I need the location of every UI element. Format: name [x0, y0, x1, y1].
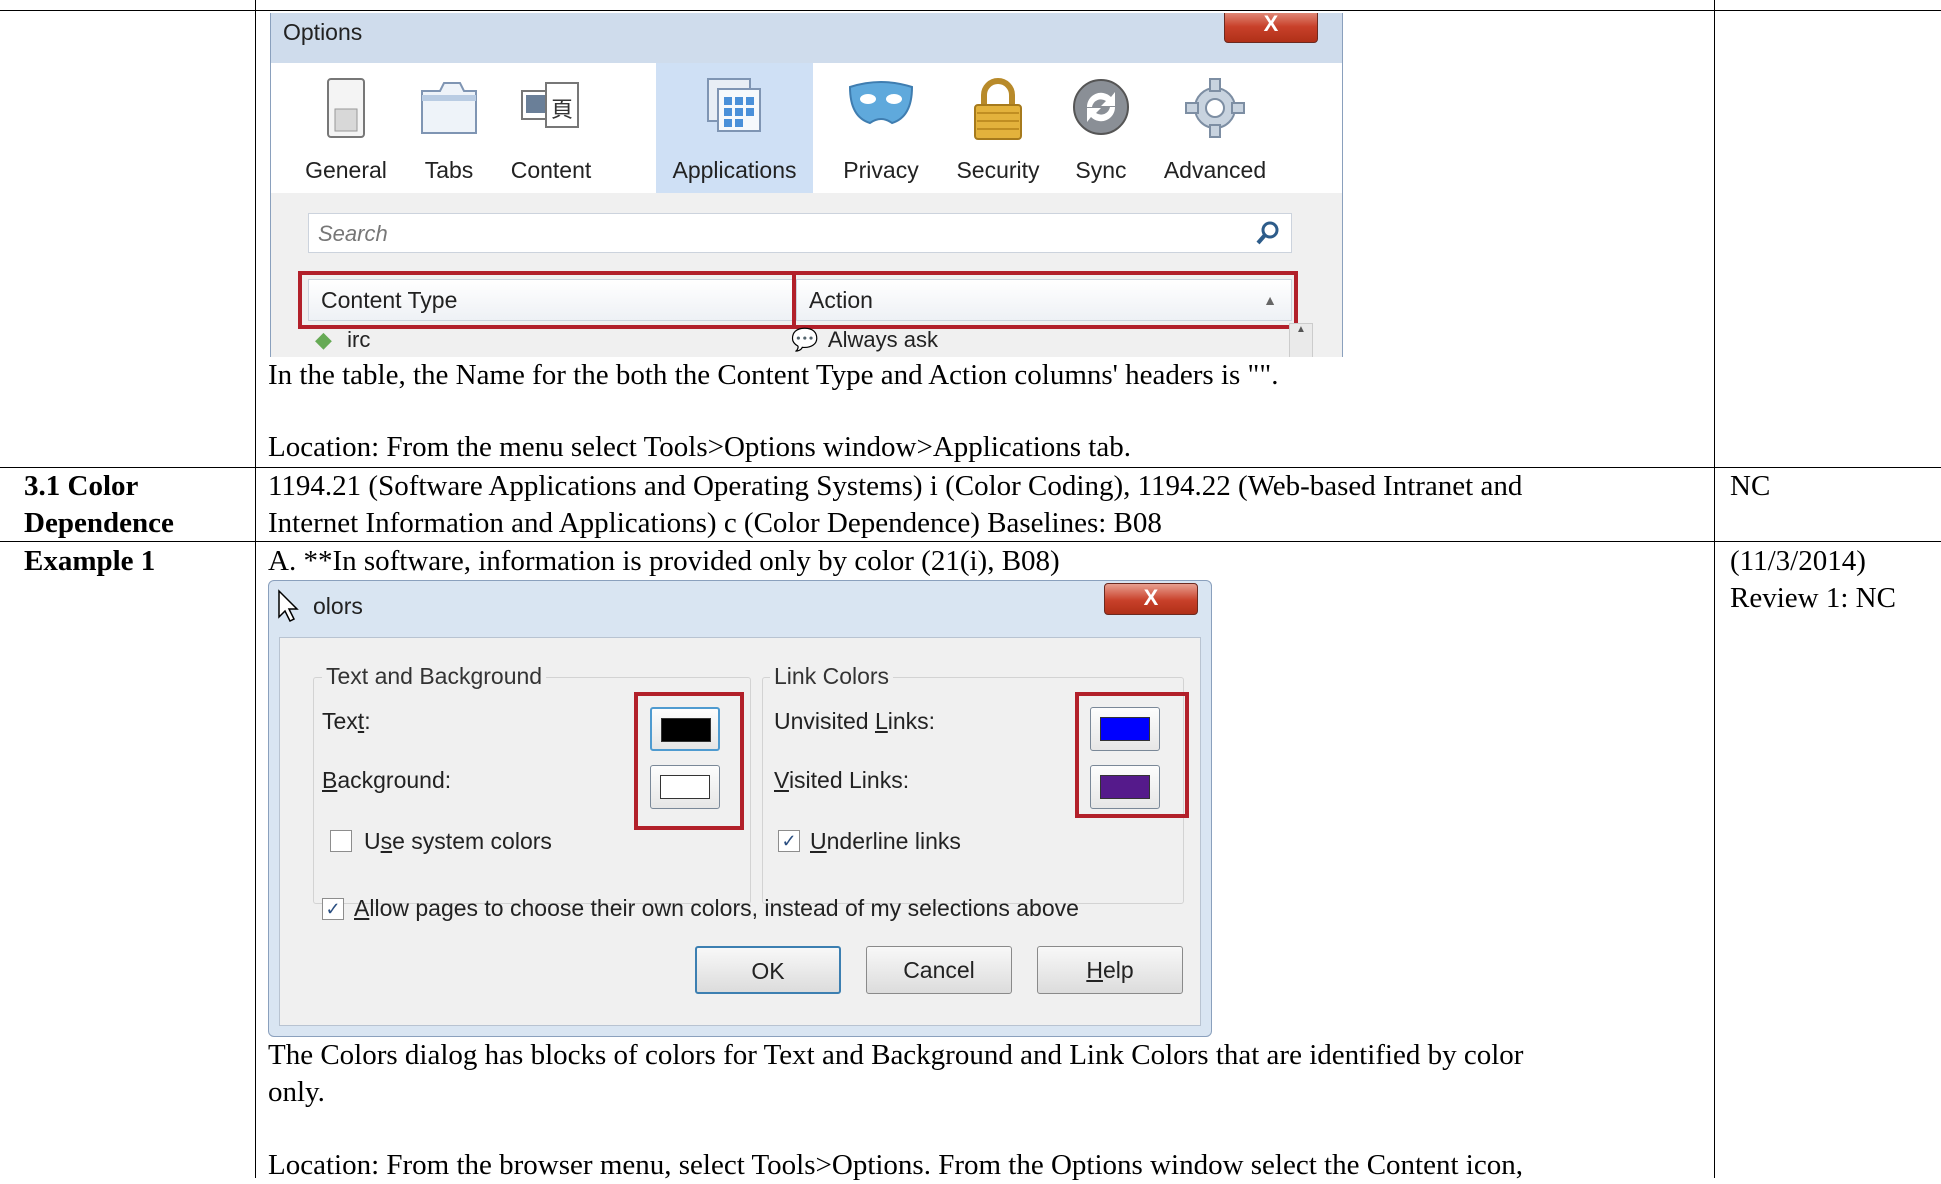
unvisited-links-label: Unvisited Links:	[774, 708, 936, 734]
applications-icon	[706, 78, 761, 132]
irc-icon: ◆	[315, 327, 332, 352]
tab-security[interactable]: Security	[943, 63, 1053, 193]
help-button[interactable]: Help	[1037, 946, 1183, 994]
use-system-colors-checkbox[interactable]	[330, 830, 352, 852]
tab-label: Security	[956, 157, 1040, 183]
lock-icon	[974, 78, 1022, 140]
tab-label: Privacy	[843, 157, 919, 183]
group-label: Text and Background	[322, 663, 547, 690]
review-date: (11/3/2014)	[1730, 545, 1866, 577]
caption-text: only.	[268, 1076, 325, 1108]
ok-button[interactable]: OK	[695, 946, 841, 994]
location-text: Location: From the browser menu, select …	[268, 1149, 1523, 1181]
row-label: 3.1 Color	[24, 470, 139, 502]
sync-icon	[1073, 79, 1129, 135]
list-item[interactable]: ◆ irc	[315, 327, 370, 353]
options-toolbar: General Tabs 頁 Content Applications Priv…	[271, 63, 1342, 193]
tab-tabs[interactable]: Tabs	[409, 63, 489, 193]
applications-panel: Search Content Type Action ▲ ◆ irc 💬 Alw…	[271, 193, 1342, 357]
example-heading: A. **In software, information is provide…	[268, 545, 1060, 577]
table-divider	[255, 0, 256, 1178]
tab-general[interactable]: General	[296, 63, 396, 193]
tab-label: Sync	[1075, 157, 1127, 183]
tab-label: Tabs	[424, 157, 474, 183]
highlight-box	[792, 271, 1298, 329]
colors-title: olors	[313, 593, 363, 619]
search-input[interactable]: Search	[308, 213, 1292, 253]
close-button[interactable]: X	[1224, 13, 1318, 43]
options-dialog: Options X General Tabs 頁 Content Applica…	[270, 13, 1343, 357]
search-placeholder: Search	[318, 221, 388, 246]
review-status: Review 1: NC	[1730, 582, 1896, 614]
highlight-box	[634, 692, 744, 830]
text-label: Text:	[322, 708, 371, 734]
requirement-text: Internet Information and Applications) c…	[268, 507, 1162, 539]
highlight-box	[298, 271, 796, 329]
tab-sync[interactable]: Sync	[1066, 63, 1136, 193]
gear-icon	[1185, 78, 1245, 138]
underline-links-label: Underline links	[810, 828, 961, 854]
svg-text:頁: 頁	[551, 97, 573, 122]
group-label: Link Colors	[770, 663, 894, 690]
close-button[interactable]: X	[1104, 583, 1198, 615]
tab-label: Applications	[672, 157, 797, 183]
row-label: Dependence	[24, 507, 174, 539]
cursor-icon	[278, 589, 299, 623]
colors-dialog: olors X Text and Background Text: Backgr…	[268, 580, 1212, 1037]
tab-privacy[interactable]: Privacy	[833, 63, 929, 193]
tab-label: Content	[510, 157, 592, 183]
search-icon	[1256, 221, 1279, 245]
table-divider	[0, 10, 1941, 11]
allow-pages-colors-checkbox[interactable]: ✓	[322, 898, 344, 920]
scrollbar[interactable]: ▲	[1289, 323, 1313, 357]
action-cell: Always ask	[827, 327, 938, 352]
tabs-icon	[421, 82, 477, 134]
row-label: Example 1	[24, 545, 156, 577]
privacy-mask-icon	[848, 81, 914, 125]
table-divider	[1714, 0, 1715, 1178]
general-icon	[327, 78, 365, 138]
underline-links-checkbox[interactable]: ✓	[778, 830, 800, 852]
caption-text: In the table, the Name for the both the …	[268, 359, 1279, 391]
tab-advanced[interactable]: Advanced	[1151, 63, 1279, 193]
colors-panel: Text and Background Text: Background: Us…	[279, 637, 1201, 1026]
highlight-box	[1075, 692, 1189, 818]
options-title: Options	[283, 19, 363, 45]
allow-pages-colors-label: Allow pages to choose their own colors, …	[354, 895, 1079, 921]
content-type-cell: irc	[347, 327, 371, 352]
tab-content[interactable]: 頁 Content	[501, 63, 601, 193]
background-label: Background:	[322, 767, 452, 793]
caption-text: The Colors dialog has blocks of colors f…	[268, 1039, 1524, 1071]
requirement-text: 1194.21 (Software Applications and Opera…	[268, 470, 1523, 502]
content-icon: 頁	[521, 82, 579, 128]
tab-label: Advanced	[1163, 157, 1267, 183]
cancel-button[interactable]: Cancel	[866, 946, 1012, 994]
list-item[interactable]: 💬 Always ask	[791, 327, 938, 353]
tab-label: General	[305, 157, 387, 183]
status-text: NC	[1730, 470, 1771, 502]
tab-applications[interactable]: Applications	[656, 63, 813, 193]
use-system-colors-label: Use system colors	[364, 828, 552, 854]
location-text: Location: From the menu select Tools>Opt…	[268, 431, 1131, 463]
visited-links-label: Visited Links:	[774, 767, 910, 793]
speech-bubble-icon: 💬	[791, 327, 819, 352]
